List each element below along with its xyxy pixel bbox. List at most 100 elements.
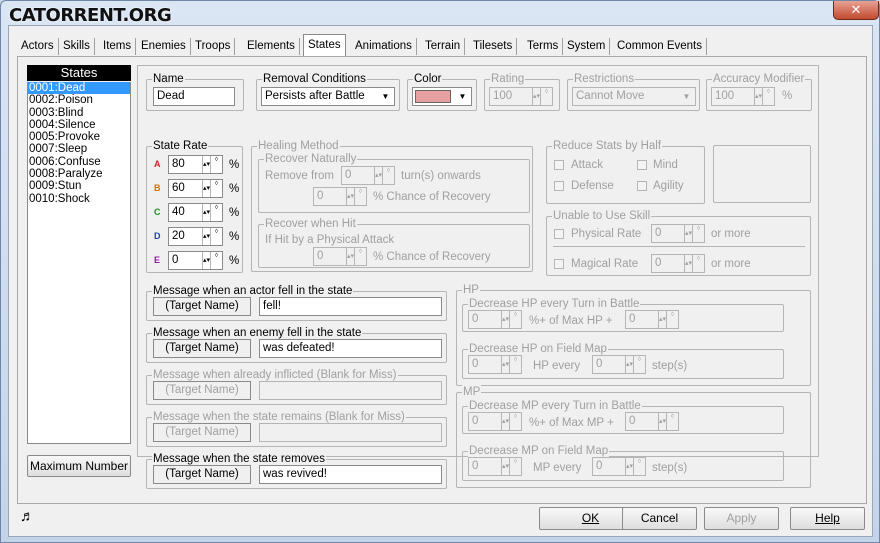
divider (553, 246, 805, 247)
close-button[interactable]: ✕ (833, 1, 879, 20)
restrictions-select[interactable]: Cannot Move ▼ (572, 87, 696, 106)
tab-terms[interactable]: Terms (523, 38, 564, 55)
list-item[interactable]: 0002:Poison (28, 94, 130, 106)
reduce-stats-label: Reduce Stats by Half (552, 139, 663, 153)
mp-battle-flat-input[interactable]: 0 ▴▾ ◊ (625, 412, 679, 431)
physical-rate-input[interactable]: 0 ▴▾ ◊ (651, 224, 705, 243)
magical-rate-value: 0 (655, 257, 662, 269)
list-item[interactable]: 0001:Dead (28, 82, 130, 95)
color-group: Color ▼ (407, 72, 477, 111)
mp-field-amount-input[interactable]: 0 ▴▾ ◊ (468, 457, 522, 476)
element-letter: D (154, 231, 161, 241)
defense-checkbox[interactable] (554, 181, 564, 191)
state-rate-input[interactable]: 40 ▴▾ ◊ (168, 203, 223, 222)
mp-battle-label: Decrease MP every Turn in Battle (468, 399, 642, 413)
hp-battle-percent-value: 0 (472, 313, 479, 325)
mp-field-steps-label: step(s) (652, 462, 688, 474)
hp-field-amount-value: 0 (472, 358, 479, 370)
spin-reset-icon: ◊ (509, 311, 521, 328)
hp-battle-group: Decrease HP every Turn in Battle 0 ▴▾ ◊ … (462, 297, 784, 332)
hp-battle-flat-input[interactable]: 0 ▴▾ ◊ (625, 310, 679, 329)
tab-skills[interactable]: Skills (59, 38, 95, 55)
message-removes-input[interactable]: was revived! (259, 465, 442, 484)
hp-field-steps-label: step(s) (652, 360, 688, 372)
tab-states[interactable]: States (303, 34, 346, 56)
magical-rate-checkbox[interactable] (554, 259, 564, 269)
state-rate-unit: % (229, 207, 240, 219)
rating-input[interactable]: 100 ▴▾ ◊ (489, 87, 553, 106)
tab-tilesets[interactable]: Tilesets (469, 38, 518, 55)
state-rate-input[interactable]: 20 ▴▾ ◊ (168, 227, 223, 246)
state-rate-unit: % (229, 159, 240, 171)
list-item[interactable]: 0008:Paralyze (28, 168, 130, 180)
tab-enemies[interactable]: Enemies (137, 38, 191, 55)
spin-reset-icon: ◊ (692, 255, 704, 272)
help-button[interactable]: Help (790, 507, 865, 530)
mp-field-group: Decrease MP on Field Map 0 ▴▾ ◊ MP every… (462, 444, 784, 481)
list-item[interactable]: 0010:Shock (28, 193, 130, 205)
tab-common-events[interactable]: Common Events (613, 38, 708, 55)
agility-checkbox[interactable] (637, 181, 647, 191)
healing-method-group: Healing Method Recover Naturally Remove … (251, 139, 533, 272)
removal-conditions-select[interactable]: Persists after Battle ▼ (261, 87, 395, 106)
tab-terrain[interactable]: Terrain (421, 38, 466, 55)
remove-turn-input[interactable]: 0 ▴▾ ◊ (341, 166, 395, 185)
spin-arrows-icon: ▴▾ (202, 252, 210, 269)
removal-conditions-label: Removal Conditions (262, 72, 367, 86)
cancel-button[interactable]: Cancel (622, 507, 697, 530)
icon-preview-box[interactable] (713, 145, 811, 203)
list-item[interactable]: 0003:Blind (28, 107, 130, 119)
name-group: Name Dead (146, 72, 244, 111)
list-item[interactable]: 0004:Silence (28, 119, 130, 131)
accuracy-modifier-input[interactable]: 100 ▴▾ ◊ (711, 87, 775, 106)
states-list[interactable]: 0001:Dead 0002:Poison 0003:Blind 0004:Silen… (27, 82, 131, 444)
hit-chance-value: 0 (317, 250, 324, 262)
hp-field-steps-input[interactable]: 0 ▴▾ ◊ (592, 355, 646, 374)
message-actor-input[interactable]: fell! (259, 297, 442, 316)
spin-arrows-icon: ▴▾ (625, 458, 633, 475)
tab-animations[interactable]: Animations (351, 38, 417, 55)
list-item[interactable]: 0005:Provoke (28, 131, 130, 143)
mp-field-steps-input[interactable]: 0 ▴▾ ◊ (592, 457, 646, 476)
message-enemy-input[interactable]: was defeated! (259, 339, 442, 358)
mind-checkbox[interactable] (637, 160, 647, 170)
message-remains-input[interactable] (259, 423, 442, 442)
spin-reset-icon: ◊ (666, 311, 678, 328)
state-rate-unit: % (229, 231, 240, 243)
list-item[interactable]: 0006:Confuse (28, 156, 130, 168)
color-select[interactable]: ▼ (412, 87, 472, 106)
healing-method-label: Healing Method (257, 139, 340, 153)
tab-items[interactable]: Items (99, 38, 137, 55)
name-input[interactable]: Dead (153, 87, 235, 106)
hit-chance-input[interactable]: 0 ▴▾ ◊ (313, 247, 367, 266)
state-rate-input[interactable]: 0 ▴▾ ◊ (168, 251, 223, 270)
rating-label: Rating (490, 72, 526, 86)
tab-system[interactable]: System (563, 38, 611, 55)
hp-battle-percent-input[interactable]: 0 ▴▾ ◊ (468, 310, 522, 329)
natural-chance-input[interactable]: 0 ▴▾ ◊ (313, 187, 367, 206)
removal-conditions-value: Persists after Battle (265, 90, 365, 102)
state-rate-input[interactable]: 60 ▴▾ ◊ (168, 179, 223, 198)
maximum-number-button[interactable]: Maximum Number (27, 455, 131, 477)
chevron-down-icon: ▼ (381, 92, 390, 101)
attack-checkbox[interactable] (554, 160, 564, 170)
apply-button[interactable]: Apply (704, 507, 779, 530)
physical-rate-checkbox[interactable] (554, 229, 564, 239)
list-item[interactable]: 0007:Sleep (28, 143, 130, 155)
music-note-icon[interactable]: ♬ (20, 508, 35, 525)
message-enemy-label: Message when an enemy fell in the state (152, 326, 363, 340)
unable-skill-label: Unable to Use Skill (552, 209, 652, 223)
tab-troops[interactable]: Troops (191, 38, 236, 55)
spin-arrows-icon: ▴▾ (202, 156, 210, 173)
magical-rate-input[interactable]: 0 ▴▾ ◊ (651, 254, 705, 273)
spin-arrows-icon: ▴▾ (532, 88, 540, 105)
hp-field-amount-input[interactable]: 0 ▴▾ ◊ (468, 355, 522, 374)
tab-elements[interactable]: Elements (243, 38, 300, 55)
state-rate-input[interactable]: 80 ▴▾ ◊ (168, 155, 223, 174)
accuracy-unit: % (782, 90, 793, 102)
mp-battle-percent-input[interactable]: 0 ▴▾ ◊ (468, 412, 522, 431)
list-item[interactable]: 0009:Stun (28, 180, 130, 192)
message-inflicted-input[interactable] (259, 381, 442, 400)
chevron-down-icon: ▼ (682, 92, 691, 101)
tab-actors[interactable]: Actors (17, 38, 59, 55)
